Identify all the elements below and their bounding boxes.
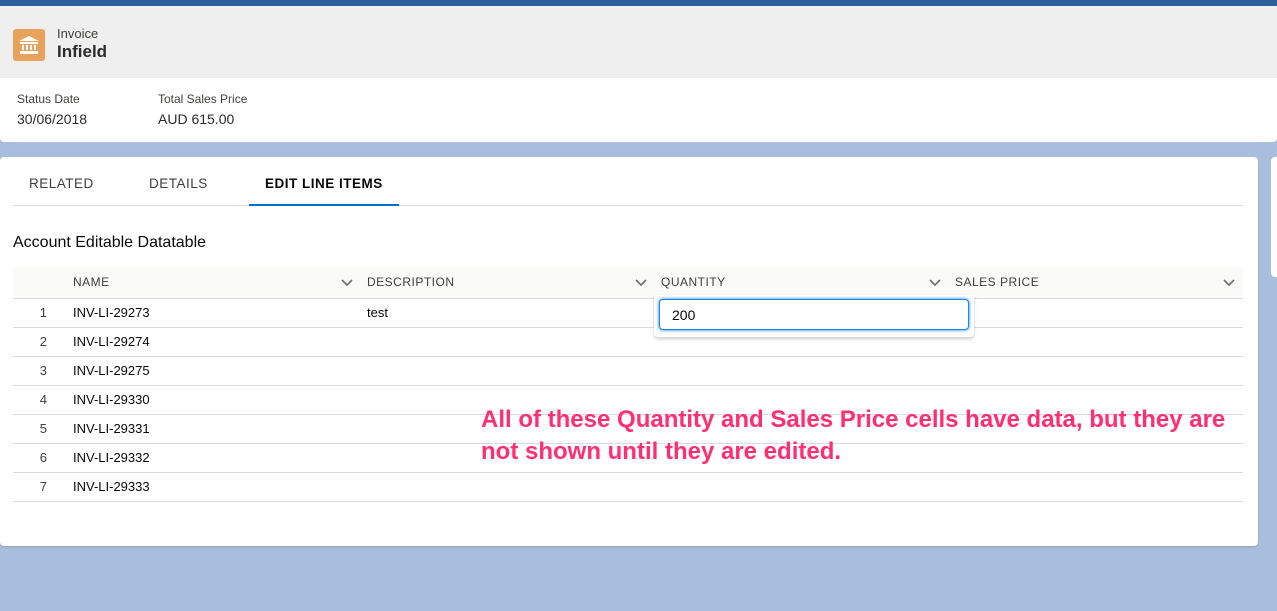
side-panel xyxy=(1271,157,1277,277)
status-date-value: 30/06/2018 xyxy=(17,111,88,127)
object-type: Invoice xyxy=(57,26,99,41)
row-number: 6 xyxy=(39,450,47,465)
table-header: NAME DESCRIPTION QUANTITY SALES PRICE xyxy=(13,267,1243,299)
chevron-down-icon[interactable] xyxy=(634,275,648,289)
status-date-label: Status Date xyxy=(17,92,80,106)
record-title: Infield xyxy=(57,42,108,61)
bank-icon xyxy=(13,29,45,61)
row-number: 2 xyxy=(39,334,47,349)
column-header-sales-price[interactable]: SALES PRICE xyxy=(955,267,1039,298)
name-cell[interactable]: INV-LI-29330 xyxy=(73,386,150,414)
column-header-name[interactable]: NAME xyxy=(73,267,110,298)
table-row[interactable]: 2 INV-LI-29274 xyxy=(13,328,1243,357)
description-cell[interactable]: test xyxy=(367,299,388,327)
tab-edit-line-items[interactable]: EDIT LINE ITEMS xyxy=(249,157,399,206)
tab-bar: RELATED DETAILS EDIT LINE ITEMS xyxy=(13,157,1243,206)
name-cell[interactable]: INV-LI-29273 xyxy=(73,299,150,327)
column-header-description[interactable]: DESCRIPTION xyxy=(367,267,455,298)
quantity-input[interactable] xyxy=(659,299,969,330)
name-cell[interactable]: INV-LI-29333 xyxy=(73,473,150,501)
row-number: 7 xyxy=(39,479,47,494)
tab-details[interactable]: DETAILS xyxy=(133,157,224,206)
tab-related[interactable]: RELATED xyxy=(13,157,110,206)
column-header-quantity[interactable]: QUANTITY xyxy=(661,267,726,298)
total-sales-price-label: Total Sales Price xyxy=(158,92,248,106)
total-sales-price-value: AUD 615.00 xyxy=(158,111,235,127)
quantity-inline-editor xyxy=(654,295,974,337)
chevron-down-icon[interactable] xyxy=(340,275,354,289)
name-cell[interactable]: INV-LI-29332 xyxy=(73,444,150,472)
table-row[interactable]: 7 INV-LI-29333 xyxy=(13,473,1243,502)
chevron-down-icon[interactable] xyxy=(1222,275,1236,289)
datatable-title: Account Editable Datatable xyxy=(13,234,207,251)
tabs-card: RELATED DETAILS EDIT LINE ITEMS Account … xyxy=(0,157,1258,546)
row-number: 1 xyxy=(39,305,47,320)
annotation-text: All of these Quantity and Sales Price ce… xyxy=(481,406,1226,465)
table-row[interactable]: 3 INV-LI-29275 xyxy=(13,357,1243,386)
row-number: 4 xyxy=(39,392,47,407)
highlights-panel: Status Date 30/06/2018 Total Sales Price… xyxy=(0,78,1277,142)
row-number: 3 xyxy=(39,363,47,378)
table-row[interactable]: 1 INV-LI-29273 test xyxy=(13,299,1243,328)
name-cell[interactable]: INV-LI-29274 xyxy=(73,328,150,356)
chevron-down-icon[interactable] xyxy=(928,275,942,289)
name-cell[interactable]: INV-LI-29331 xyxy=(73,415,150,443)
row-number: 5 xyxy=(39,421,47,436)
record-header xyxy=(0,6,1277,78)
name-cell[interactable]: INV-LI-29275 xyxy=(73,357,150,385)
